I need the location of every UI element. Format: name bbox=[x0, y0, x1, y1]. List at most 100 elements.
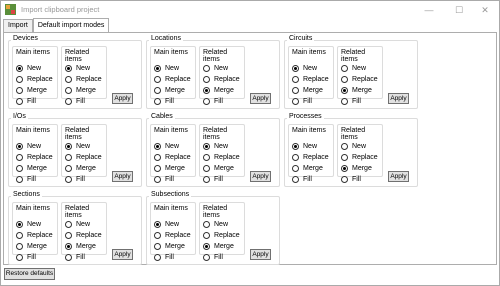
related-radio-new[interactable]: New bbox=[341, 63, 366, 73]
apply-button[interactable]: Apply bbox=[112, 93, 133, 104]
radio-circle-icon[interactable] bbox=[203, 97, 210, 105]
radio-circle-icon[interactable] bbox=[341, 64, 348, 72]
radio-circle-icon[interactable] bbox=[16, 231, 23, 239]
related-radio-merge[interactable]: Merge bbox=[65, 85, 96, 95]
radio-circle-icon[interactable] bbox=[341, 153, 348, 161]
radio-circle-icon[interactable] bbox=[203, 142, 210, 150]
radio-circle-icon[interactable] bbox=[203, 175, 210, 183]
apply-button[interactable]: Apply bbox=[388, 171, 409, 182]
apply-button[interactable]: Apply bbox=[250, 171, 271, 182]
apply-button[interactable]: Apply bbox=[112, 171, 133, 182]
main-radio-merge[interactable]: Merge bbox=[154, 163, 185, 173]
main-radio-merge[interactable]: Merge bbox=[154, 241, 185, 251]
main-radio-fill[interactable]: Fill bbox=[16, 174, 36, 184]
main-radio-replace[interactable]: Replace bbox=[16, 74, 53, 84]
radio-circle-icon[interactable] bbox=[65, 164, 72, 172]
radio-circle-icon[interactable] bbox=[292, 64, 299, 72]
main-radio-fill[interactable]: Fill bbox=[292, 174, 312, 184]
tab-import[interactable]: Import bbox=[3, 19, 33, 32]
radio-circle-icon[interactable] bbox=[154, 242, 161, 250]
radio-circle-icon[interactable] bbox=[341, 97, 348, 105]
related-radio-merge[interactable]: Merge bbox=[341, 163, 372, 173]
radio-circle-icon[interactable] bbox=[16, 64, 23, 72]
radio-circle-icon[interactable] bbox=[16, 164, 23, 172]
related-radio-new[interactable]: New bbox=[203, 63, 228, 73]
main-radio-new[interactable]: New bbox=[16, 63, 41, 73]
related-radio-merge[interactable]: Merge bbox=[65, 163, 96, 173]
radio-circle-icon[interactable] bbox=[154, 75, 161, 83]
related-radio-fill[interactable]: Fill bbox=[203, 96, 223, 106]
related-radio-fill[interactable]: Fill bbox=[65, 174, 85, 184]
related-radio-merge[interactable]: Merge bbox=[203, 163, 234, 173]
radio-circle-icon[interactable] bbox=[292, 75, 299, 83]
radio-circle-icon[interactable] bbox=[341, 86, 348, 94]
main-radio-fill[interactable]: Fill bbox=[16, 96, 36, 106]
related-radio-fill[interactable]: Fill bbox=[203, 174, 223, 184]
maximize-button[interactable]: ☐ bbox=[445, 1, 473, 19]
main-radio-new[interactable]: New bbox=[154, 63, 179, 73]
radio-circle-icon[interactable] bbox=[16, 153, 23, 161]
main-radio-fill[interactable]: Fill bbox=[154, 96, 174, 106]
radio-circle-icon[interactable] bbox=[16, 142, 23, 150]
radio-circle-icon[interactable] bbox=[203, 242, 210, 250]
close-button[interactable]: ✕ bbox=[471, 1, 499, 19]
main-radio-replace[interactable]: Replace bbox=[16, 152, 53, 162]
radio-circle-icon[interactable] bbox=[65, 97, 72, 105]
main-radio-merge[interactable]: Merge bbox=[16, 241, 47, 251]
related-radio-new[interactable]: New bbox=[65, 219, 90, 229]
radio-circle-icon[interactable] bbox=[341, 142, 348, 150]
radio-circle-icon[interactable] bbox=[154, 175, 161, 183]
radio-circle-icon[interactable] bbox=[154, 220, 161, 228]
minimize-button[interactable]: — bbox=[415, 1, 443, 19]
related-radio-new[interactable]: New bbox=[65, 141, 90, 151]
main-radio-new[interactable]: New bbox=[292, 63, 317, 73]
radio-circle-icon[interactable] bbox=[65, 75, 72, 83]
apply-button[interactable]: Apply bbox=[112, 249, 133, 260]
radio-circle-icon[interactable] bbox=[16, 75, 23, 83]
radio-circle-icon[interactable] bbox=[16, 242, 23, 250]
radio-circle-icon[interactable] bbox=[16, 253, 23, 261]
related-radio-merge[interactable]: Merge bbox=[341, 85, 372, 95]
radio-circle-icon[interactable] bbox=[203, 64, 210, 72]
radio-circle-icon[interactable] bbox=[154, 231, 161, 239]
tab-default-import-modes[interactable]: Default import modes bbox=[32, 18, 110, 32]
radio-circle-icon[interactable] bbox=[292, 142, 299, 150]
radio-circle-icon[interactable] bbox=[292, 164, 299, 172]
related-radio-fill[interactable]: Fill bbox=[65, 96, 85, 106]
restore-defaults-button[interactable]: Restore defaults bbox=[4, 268, 55, 280]
main-radio-replace[interactable]: Replace bbox=[292, 152, 329, 162]
main-radio-new[interactable]: New bbox=[292, 141, 317, 151]
radio-circle-icon[interactable] bbox=[203, 231, 210, 239]
related-radio-new[interactable]: New bbox=[203, 141, 228, 151]
related-radio-fill[interactable]: Fill bbox=[341, 174, 361, 184]
radio-circle-icon[interactable] bbox=[16, 220, 23, 228]
radio-circle-icon[interactable] bbox=[341, 75, 348, 83]
radio-circle-icon[interactable] bbox=[65, 253, 72, 261]
main-radio-fill[interactable]: Fill bbox=[154, 174, 174, 184]
main-radio-merge[interactable]: Merge bbox=[16, 163, 47, 173]
radio-circle-icon[interactable] bbox=[65, 142, 72, 150]
main-radio-new[interactable]: New bbox=[154, 219, 179, 229]
main-radio-replace[interactable]: Replace bbox=[154, 230, 191, 240]
radio-circle-icon[interactable] bbox=[203, 86, 210, 94]
radio-circle-icon[interactable] bbox=[65, 220, 72, 228]
related-radio-merge[interactable]: Merge bbox=[65, 241, 96, 251]
radio-circle-icon[interactable] bbox=[154, 64, 161, 72]
radio-circle-icon[interactable] bbox=[65, 64, 72, 72]
main-radio-new[interactable]: New bbox=[16, 219, 41, 229]
radio-circle-icon[interactable] bbox=[203, 75, 210, 83]
related-radio-replace[interactable]: Replace bbox=[341, 74, 378, 84]
radio-circle-icon[interactable] bbox=[292, 86, 299, 94]
related-radio-new[interactable]: New bbox=[65, 63, 90, 73]
apply-button[interactable]: Apply bbox=[250, 249, 271, 260]
radio-circle-icon[interactable] bbox=[341, 164, 348, 172]
main-radio-merge[interactable]: Merge bbox=[16, 85, 47, 95]
radio-circle-icon[interactable] bbox=[292, 175, 299, 183]
main-radio-fill[interactable]: Fill bbox=[16, 252, 36, 262]
related-radio-new[interactable]: New bbox=[341, 141, 366, 151]
related-radio-replace[interactable]: Replace bbox=[65, 74, 102, 84]
radio-circle-icon[interactable] bbox=[341, 175, 348, 183]
related-radio-new[interactable]: New bbox=[203, 219, 228, 229]
radio-circle-icon[interactable] bbox=[203, 164, 210, 172]
radio-circle-icon[interactable] bbox=[292, 153, 299, 161]
